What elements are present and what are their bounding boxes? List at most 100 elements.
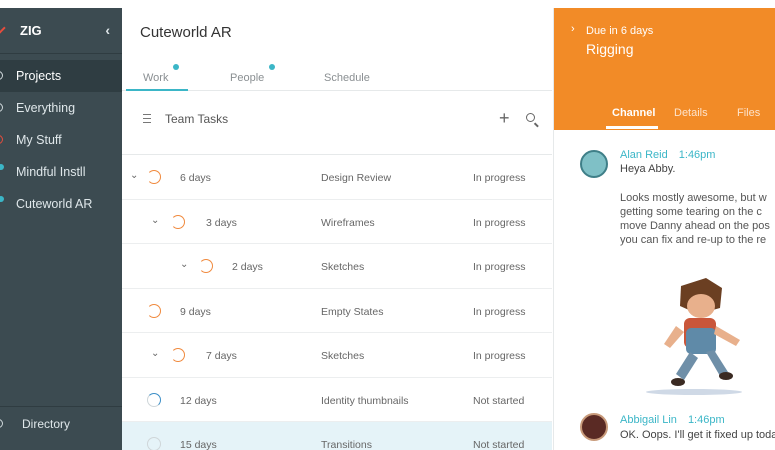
brand-name: ZIG — [20, 23, 42, 38]
progress-ring-icon — [147, 303, 161, 318]
progress-ring-icon — [147, 437, 161, 450]
tab-label: Work — [143, 72, 169, 84]
menu-icon[interactable] — [143, 114, 151, 126]
progress-ring-icon — [147, 170, 161, 184]
due-date: Due in 6 days — [586, 25, 654, 37]
message-text: Heya Abby. — [620, 163, 676, 175]
tab-label: Schedule — [324, 72, 370, 84]
sidebar: ZIG ‹ Projects Everything My Stuff Mindf… — [0, 8, 122, 450]
notification-dot — [173, 64, 180, 70]
notification-dot — [269, 64, 276, 70]
task-name: Wireframes — [321, 216, 375, 229]
avatar — [580, 150, 608, 178]
task-status: In progress — [473, 261, 526, 273]
search-icon[interactable] — [526, 113, 535, 122]
task-status: Not started — [473, 439, 525, 450]
table-row[interactable]: ⌄ 2 days Sketches In progress — [122, 244, 552, 289]
page-title: Cuteworld AR — [140, 24, 232, 41]
tab-work[interactable]: Work — [143, 64, 180, 84]
sidebar-item-cuteworld-ar[interactable]: Cuteworld AR — [0, 188, 122, 220]
table-row[interactable]: ⌄ 3 days Wireframes In progress — [122, 200, 552, 244]
task-name: Identity thumbnails — [321, 394, 409, 407]
task-days: 2 days — [232, 261, 263, 273]
task-days: 3 days — [206, 216, 237, 229]
everything-icon — [0, 103, 3, 112]
tab-details[interactable]: Details — [674, 107, 708, 119]
projects-icon — [0, 71, 3, 80]
sidebar-item-mindful-instll[interactable]: Mindful Instll — [0, 156, 122, 188]
task-name: Sketches — [321, 350, 365, 362]
add-icon[interactable]: + — [499, 108, 510, 129]
table-row[interactable]: 12 days Identity thumbnails Not started — [122, 378, 552, 422]
table-row[interactable]: ⌄ 6 days Design Review In progress — [122, 155, 552, 200]
sidebar-item-my-stuff[interactable]: My Stuff — [0, 124, 122, 156]
progress-ring-icon — [199, 259, 213, 273]
chevron-down-icon[interactable]: ⌄ — [130, 170, 138, 181]
task-days: 9 days — [180, 305, 211, 318]
sidebar-footer: Directory — [0, 406, 122, 450]
message-header: Abbigail Lin 1:46pm — [620, 414, 725, 426]
sidebar-header: ZIG ‹ — [0, 8, 122, 54]
task-list: ⌄ 6 days Design Review In progress ⌄ 3 d… — [122, 155, 552, 450]
task-name: Sketches — [321, 261, 365, 273]
tab-people[interactable]: People — [230, 64, 276, 84]
sidebar-item-everything[interactable]: Everything — [0, 92, 122, 124]
progress-ring-icon — [147, 392, 161, 407]
chevron-right-icon[interactable]: › — [571, 23, 575, 35]
chevron-left-icon[interactable]: ‹ — [105, 22, 110, 38]
task-title: Rigging — [586, 41, 634, 57]
tab-files[interactable]: Files — [737, 107, 760, 119]
sidebar-item-label: Mindful Instll — [16, 165, 86, 179]
sidebar-item-label: Projects — [16, 69, 62, 83]
tab-label: People — [230, 72, 265, 84]
notification-dot — [0, 164, 4, 170]
sidebar-item-label: My Stuff — [16, 133, 62, 147]
progress-ring-icon — [171, 348, 185, 362]
character-render-image — [646, 278, 742, 395]
task-days: 7 days — [206, 350, 237, 362]
message-line: you can fix and re-up to the re — [620, 234, 767, 246]
section-title: Team Tasks — [165, 112, 229, 126]
message-header: Alan Reid 1:46pm — [620, 149, 715, 161]
logo-icon — [0, 22, 6, 34]
task-days: 12 days — [180, 394, 217, 407]
chevron-down-icon[interactable]: ⌄ — [151, 215, 159, 226]
message-author[interactable]: Abbigail Lin — [620, 414, 677, 426]
message-line: getting some tearing on the c — [620, 206, 762, 218]
chevron-down-icon[interactable]: ⌄ — [151, 348, 159, 359]
sidebar-item-projects[interactable]: Projects — [0, 60, 122, 92]
detail-header: › Due in 6 days Rigging Channel Details … — [554, 8, 775, 130]
message-line: move Danny ahead on the pos — [620, 220, 770, 232]
task-days: 15 days — [180, 439, 217, 450]
task-status: Not started — [473, 394, 525, 407]
message-time: 1:46pm — [678, 149, 716, 161]
sidebar-item-label: Cuteworld AR — [16, 197, 93, 211]
task-name: Design Review — [321, 172, 392, 184]
directory-link[interactable]: Directory — [22, 417, 70, 431]
task-status: In progress — [473, 305, 526, 318]
active-tab-indicator — [126, 89, 188, 91]
my-stuff-icon — [0, 135, 3, 144]
task-status: In progress — [473, 216, 526, 229]
table-row[interactable]: ⌄ 7 days Sketches In progress — [122, 333, 552, 378]
task-toolbar: Team Tasks + — [122, 92, 552, 155]
message-body: Looks mostly awesome, but w getting some… — [620, 191, 775, 247]
task-detail-panel: › Due in 6 days Rigging Channel Details … — [553, 8, 775, 450]
chevron-down-icon[interactable]: ⌄ — [180, 259, 188, 270]
table-row[interactable]: 9 days Empty States In progress — [122, 289, 552, 333]
message-line: Looks mostly awesome, but w — [620, 192, 767, 204]
active-tab-indicator — [606, 126, 658, 129]
avatar — [580, 413, 608, 441]
task-status: In progress — [473, 172, 526, 184]
tab-schedule[interactable]: Schedule — [324, 72, 370, 84]
main-panel: Cuteworld AR Work People Schedule Team T… — [122, 0, 552, 450]
table-row[interactable]: 15 days Transitions Not started — [122, 422, 552, 450]
project-tabs: Work People Schedule — [122, 60, 552, 91]
tab-channel[interactable]: Channel — [612, 107, 655, 119]
directory-icon — [0, 419, 3, 428]
message-time: 1:46pm — [687, 414, 725, 426]
task-days: 6 days — [180, 172, 211, 184]
task-status: In progress — [473, 350, 526, 362]
message-author[interactable]: Alan Reid — [620, 149, 668, 161]
message-text: OK. Oops. I'll get it fixed up toda — [620, 429, 775, 441]
